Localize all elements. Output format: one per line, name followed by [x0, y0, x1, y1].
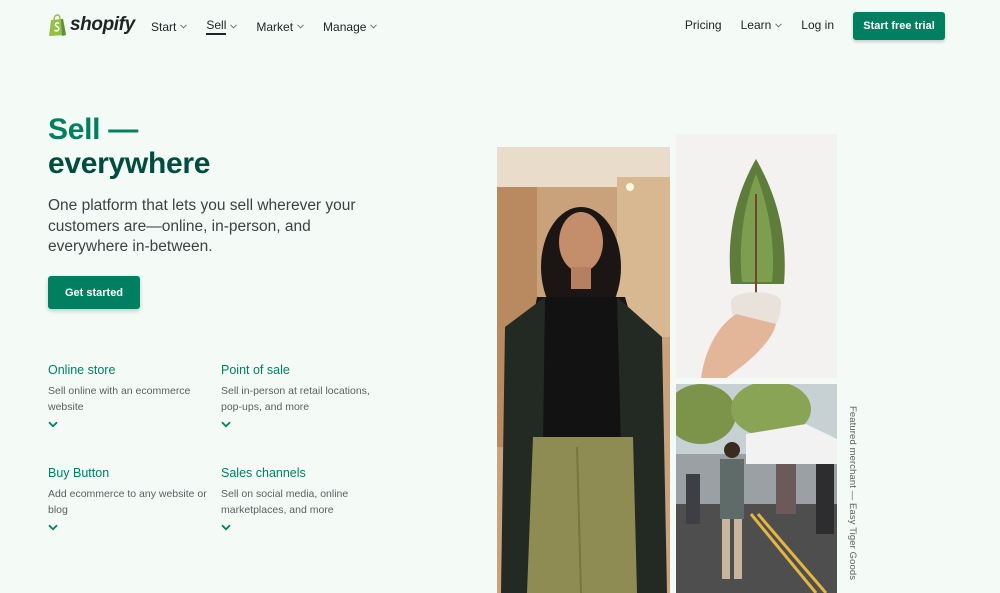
nav-learn[interactable]: Learn: [741, 18, 783, 32]
nav-pricing-label: Pricing: [684, 18, 722, 32]
chevron-down-icon: [370, 24, 378, 29]
shopify-logo[interactable]: shopify: [48, 13, 135, 37]
street-market-photo: [676, 384, 837, 593]
get-started-button[interactable]: Get started: [48, 276, 140, 309]
page-title: Sell — everywhere: [48, 113, 210, 181]
shopify-bag-icon: [49, 13, 66, 36]
nav-pricing[interactable]: Pricing: [685, 18, 722, 32]
nav-market-label: Market: [256, 19, 294, 34]
page-title-line2: everywhere: [48, 147, 211, 180]
chevron-down-icon[interactable]: [48, 524, 58, 531]
feature-sales-channels: Sales channels Sell on social media, onl…: [221, 465, 381, 531]
chevron-down-icon: [230, 24, 238, 29]
chevron-down-icon[interactable]: [221, 524, 231, 531]
top-nav: shopify Start Sell Market Manage Pricing…: [0, 0, 1000, 52]
chevron-down-icon: [180, 24, 188, 29]
feature-point-of-sale: Point of sale Sell in-person at retail l…: [221, 362, 381, 428]
chevron-down-icon[interactable]: [221, 421, 231, 428]
start-free-trial-button[interactable]: Start free trial: [853, 12, 945, 40]
featured-merchant-caption: Featured merchant — Easy Tiger Goods: [847, 406, 858, 581]
nav-sell-label: Sell: [206, 18, 227, 35]
feature-description: Add ecommerce to any website or blog: [48, 488, 207, 516]
feature-description: Sell in-person at retail locations, pop-…: [221, 385, 370, 413]
nav-login[interactable]: Log in: [801, 18, 834, 32]
potted-plant-photo: [676, 134, 837, 378]
chevron-down-icon: [297, 24, 304, 29]
feature-title: Buy Button: [48, 466, 110, 480]
nav-market[interactable]: Market: [256, 18, 304, 35]
chevron-down-icon: [775, 22, 783, 28]
feature-title: Sales channels: [221, 466, 306, 480]
nav-manage[interactable]: Manage: [323, 18, 378, 35]
chevron-down-icon[interactable]: [48, 421, 58, 428]
feature-description: Sell on social media, online marketplace…: [221, 488, 349, 516]
brand-name: shopify: [70, 14, 135, 35]
feature-buy-button: Buy Button Add ecommerce to any website …: [48, 465, 208, 531]
nav-start[interactable]: Start: [151, 18, 188, 35]
merchant-portrait-photo: [497, 147, 670, 593]
secondary-menu: Pricing Learn Log in: [685, 18, 834, 32]
feature-title: Point of sale: [221, 363, 290, 377]
nav-start-label: Start: [151, 19, 177, 34]
nav-login-label: Log in: [801, 18, 834, 32]
page-title-line1: Sell —: [48, 113, 138, 146]
nav-sell[interactable]: Sell: [206, 18, 238, 35]
hero-subtitle: One platform that lets you sell wherever…: [48, 197, 356, 255]
primary-menu: Start Sell Market Manage: [151, 18, 378, 35]
feature-online-store: Online store Sell online with an ecommer…: [48, 362, 208, 428]
feature-title: Online store: [48, 363, 116, 377]
nav-learn-label: Learn: [740, 18, 772, 32]
nav-manage-label: Manage: [323, 19, 367, 34]
feature-description: Sell online with an ecommerce website: [48, 385, 191, 413]
